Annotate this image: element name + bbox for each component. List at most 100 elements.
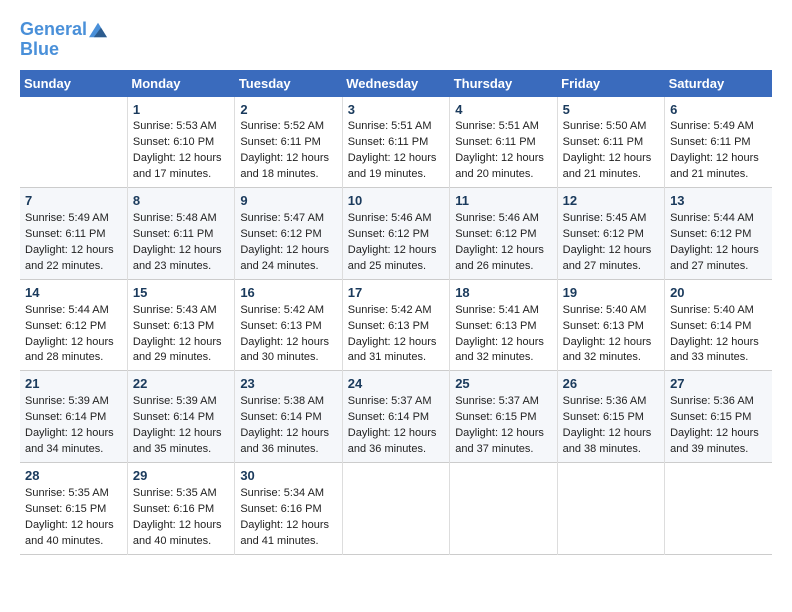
day-number: 23 xyxy=(240,375,336,394)
weekday-header-saturday: Saturday xyxy=(665,70,772,97)
daylight-text: Daylight: 12 hours and 22 minutes. xyxy=(25,244,114,272)
calendar-cell-4-3: 23Sunrise: 5:38 AMSunset: 6:14 PMDayligh… xyxy=(235,371,342,463)
weekday-header-sunday: Sunday xyxy=(20,70,127,97)
day-number: 7 xyxy=(25,192,122,211)
calendar-cell-1-5: 4Sunrise: 5:51 AMSunset: 6:11 PMDaylight… xyxy=(450,97,557,188)
day-number: 26 xyxy=(563,375,659,394)
sunrise-text: Sunrise: 5:35 AM xyxy=(133,487,217,499)
daylight-text: Daylight: 12 hours and 21 minutes. xyxy=(563,152,652,180)
day-number: 19 xyxy=(563,284,659,303)
daylight-text: Daylight: 12 hours and 30 minutes. xyxy=(240,336,329,364)
sunset-text: Sunset: 6:10 PM xyxy=(133,136,214,148)
daylight-text: Daylight: 12 hours and 38 minutes. xyxy=(563,427,652,455)
day-number: 21 xyxy=(25,375,122,394)
sunset-text: Sunset: 6:12 PM xyxy=(563,228,644,240)
daylight-text: Daylight: 12 hours and 35 minutes. xyxy=(133,427,222,455)
logo-text: General xyxy=(20,20,87,40)
sunrise-text: Sunrise: 5:49 AM xyxy=(670,120,754,132)
week-row-1: 1Sunrise: 5:53 AM Sunset: 6:10 PM Daylight… xyxy=(20,97,772,188)
sunset-text: Sunset: 6:15 PM xyxy=(25,503,106,515)
calendar-cell-5-7 xyxy=(665,462,772,554)
sunset-text: Sunset: 6:14 PM xyxy=(240,411,321,423)
sunrise-text: Sunrise: 5:40 AM xyxy=(563,304,647,316)
calendar-cell-5-5 xyxy=(450,462,557,554)
sunset-text: Sunset: 6:11 PM xyxy=(670,136,751,148)
sunrise-text: Sunrise: 5:37 AM xyxy=(455,395,539,407)
sunset-text: Sunset: 6:13 PM xyxy=(348,320,429,332)
sunrise-text: Sunrise: 5:48 AM xyxy=(133,212,217,224)
daylight-text: Daylight: 12 hours and 37 minutes. xyxy=(455,427,544,455)
daylight-text: Daylight: 12 hours and 20 minutes. xyxy=(455,152,544,180)
day-number: 29 xyxy=(133,467,229,486)
calendar-cell-2-5: 11Sunrise: 5:46 AMSunset: 6:12 PMDayligh… xyxy=(450,188,557,280)
day-number: 5 xyxy=(563,101,659,120)
sunrise-text: Sunrise: 5:51 AM xyxy=(455,120,539,132)
calendar-cell-5-1: 28Sunrise: 5:35 AMSunset: 6:15 PMDayligh… xyxy=(20,462,127,554)
weekday-header-thursday: Thursday xyxy=(450,70,557,97)
calendar-cell-3-4: 17Sunrise: 5:42 AMSunset: 6:13 PMDayligh… xyxy=(342,279,449,371)
sunset-text: Sunset: 6:12 PM xyxy=(670,228,751,240)
day-number: 20 xyxy=(670,284,767,303)
calendar-cell-3-6: 19Sunrise: 5:40 AMSunset: 6:13 PMDayligh… xyxy=(557,279,664,371)
sunset-text: Sunset: 6:13 PM xyxy=(455,320,536,332)
sunrise-text: Sunrise: 5:42 AM xyxy=(240,304,324,316)
sunrise-text: Sunrise: 5:46 AM xyxy=(455,212,539,224)
day-number: 1 xyxy=(133,101,229,120)
sunset-text: Sunset: 6:15 PM xyxy=(670,411,751,423)
day-number: 25 xyxy=(455,375,551,394)
daylight-text: Daylight: 12 hours and 23 minutes. xyxy=(133,244,222,272)
sunrise-text: Sunrise: 5:45 AM xyxy=(563,212,647,224)
day-number: 10 xyxy=(348,192,444,211)
day-number: 8 xyxy=(133,192,229,211)
sunrise-text: Sunrise: 5:40 AM xyxy=(670,304,754,316)
calendar-cell-2-7: 13Sunrise: 5:44 AMSunset: 6:12 PMDayligh… xyxy=(665,188,772,280)
sunrise-text: Sunrise: 5:35 AM xyxy=(25,487,109,499)
daylight-text: Daylight: 12 hours and 27 minutes. xyxy=(563,244,652,272)
calendar-cell-4-2: 22Sunrise: 5:39 AMSunset: 6:14 PMDayligh… xyxy=(127,371,234,463)
sunset-text: Sunset: 6:11 PM xyxy=(455,136,536,148)
sunrise-text: Sunrise: 5:38 AM xyxy=(240,395,324,407)
day-number: 17 xyxy=(348,284,444,303)
calendar-cell-5-2: 29Sunrise: 5:35 AM Sunset: 6:16 PM Dayligh… xyxy=(127,462,234,554)
day-number: 12 xyxy=(563,192,659,211)
sunset-text: Sunset: 6:12 PM xyxy=(25,320,106,332)
sunset-text: Sunset: 6:11 PM xyxy=(25,228,106,240)
calendar-cell-3-5: 18Sunrise: 5:41 AMSunset: 6:13 PMDayligh… xyxy=(450,279,557,371)
day-number: 2 xyxy=(240,101,336,120)
sunrise-text: Sunrise: 5:36 AM xyxy=(670,395,754,407)
sunrise-text: Sunrise: 5:34 AM xyxy=(240,487,324,499)
calendar-cell-1-2: 1Sunrise: 5:53 AM Sunset: 6:10 PM Daylight… xyxy=(127,97,234,188)
day-number: 11 xyxy=(455,192,551,211)
sunset-text: Sunset: 6:11 PM xyxy=(348,136,429,148)
sunrise-text: Sunrise: 5:42 AM xyxy=(348,304,432,316)
calendar-cell-1-7: 6Sunrise: 5:49 AMSunset: 6:11 PMDaylight… xyxy=(665,97,772,188)
calendar-cell-5-4 xyxy=(342,462,449,554)
weekday-header-row: SundayMondayTuesdayWednesdayThursdayFrid… xyxy=(20,70,772,97)
day-number: 18 xyxy=(455,284,551,303)
calendar-cell-2-6: 12Sunrise: 5:45 AM Sunset: 6:12 PM Dayligh… xyxy=(557,188,664,280)
sunset-text: Sunset: 6:16 PM xyxy=(133,503,214,515)
calendar-cell-1-6: 5Sunrise: 5:50 AMSunset: 6:11 PMDaylight… xyxy=(557,97,664,188)
daylight-text: Daylight: 12 hours and 18 minutes. xyxy=(240,152,329,180)
daylight-text: Daylight: 12 hours and 24 minutes. xyxy=(240,244,329,272)
daylight-text: Daylight: 12 hours and 17 minutes. xyxy=(133,152,222,180)
calendar-cell-1-1 xyxy=(20,97,127,188)
calendar-cell-4-6: 26Sunrise: 5:36 AMSunset: 6:15 PMDayligh… xyxy=(557,371,664,463)
week-row-5: 28Sunrise: 5:35 AMSunset: 6:15 PMDayligh… xyxy=(20,462,772,554)
sunrise-text: Sunrise: 5:44 AM xyxy=(25,304,109,316)
calendar-cell-4-5: 25Sunrise: 5:37 AMSunset: 6:15 PMDayligh… xyxy=(450,371,557,463)
logo: General Blue xyxy=(20,20,107,60)
weekday-header-friday: Friday xyxy=(557,70,664,97)
sunrise-text: Sunrise: 5:47 AM xyxy=(240,212,324,224)
daylight-text: Daylight: 12 hours and 40 minutes. xyxy=(133,519,222,547)
week-row-4: 21Sunrise: 5:39 AMSunset: 6:14 PMDayligh… xyxy=(20,371,772,463)
daylight-text: Daylight: 12 hours and 40 minutes. xyxy=(25,519,114,547)
sunrise-text: Sunrise: 5:52 AM xyxy=(240,120,324,132)
sunrise-text: Sunrise: 5:53 AM xyxy=(133,120,217,132)
daylight-text: Daylight: 12 hours and 34 minutes. xyxy=(25,427,114,455)
daylight-text: Daylight: 12 hours and 29 minutes. xyxy=(133,336,222,364)
calendar-table: SundayMondayTuesdayWednesdayThursdayFrid… xyxy=(20,70,772,555)
sunset-text: Sunset: 6:16 PM xyxy=(240,503,321,515)
day-number: 30 xyxy=(240,467,336,486)
daylight-text: Daylight: 12 hours and 39 minutes. xyxy=(670,427,759,455)
